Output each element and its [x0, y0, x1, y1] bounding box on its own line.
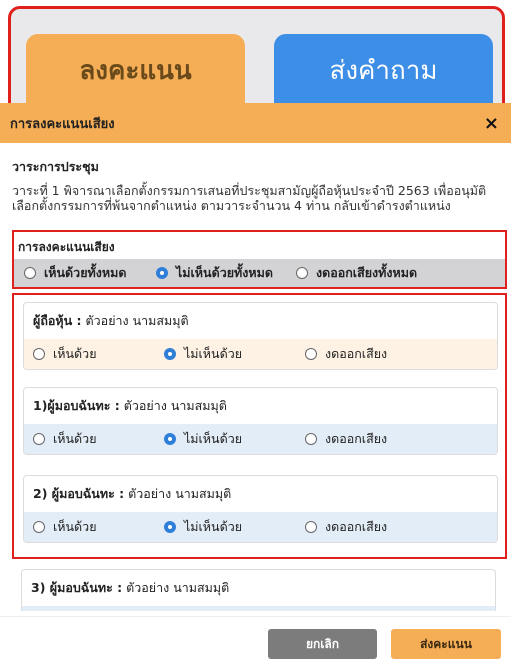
person-prefix: 1)ผู้มอบฉันทะ :: [33, 398, 120, 413]
person-name-row: 3) ผู้มอบฉันทะ : ตัวอย่าง นามสมมุติ: [22, 570, 495, 606]
option-abstain[interactable]: งดออกเสียง: [305, 344, 387, 364]
person-options: เห็นด้วย ไม่เห็นด้วย งดออกเสียง: [24, 424, 497, 454]
modal-title: การลงคะแนนเสียง: [10, 116, 115, 132]
overall-vote-box: การลงคะแนนเสียง เห็นด้วยทั้งหมด ไม่เห็นด…: [12, 230, 507, 289]
overall-option-label: เห็นด้วยทั้งหมด: [44, 265, 127, 280]
option-label: เห็นด้วย: [53, 431, 97, 446]
vote-modal: การลงคะแนนเสียง × วาระการประชุม วาระที่ …: [0, 103, 511, 662]
person-name: ตัวอย่าง นามสมมุติ: [85, 313, 189, 328]
option-agree[interactable]: เห็นด้วย: [33, 429, 164, 449]
option-label: งดออกเสียง: [325, 431, 388, 446]
option-label: ไม่เห็นด้วย: [184, 346, 243, 361]
option-label: เห็นด้วย: [53, 519, 97, 534]
overall-option-abstain-all[interactable]: งดออกเสียงทั้งหมด: [296, 263, 417, 283]
person-card-shareholder: ผู้ถือหุ้น : ตัวอย่าง นามสมมุติ เห็นด้วย…: [23, 302, 498, 370]
person-card-proxy-3: 3) ผู้มอบฉันทะ : ตัวอย่าง นามสมมุติ: [21, 569, 496, 611]
option-agree[interactable]: เห็นด้วย: [33, 344, 164, 364]
person-options-partial: [22, 606, 495, 611]
radio-checked-icon[interactable]: [164, 521, 176, 533]
person-name: ตัวอย่าง นามสมมุติ: [128, 486, 232, 501]
ask-question-tab-button[interactable]: ส่งคำถาม: [274, 34, 493, 106]
top-area: ลงคะแนน ส่งคำถาม: [0, 0, 511, 116]
option-label: เห็นด้วย: [53, 346, 97, 361]
person-prefix: ผู้ถือหุ้น :: [33, 313, 82, 328]
agenda-section: วาระการประชุม วาระที่ 1 พิจารณาเลือกตั้ง…: [0, 143, 511, 213]
option-abstain[interactable]: งดออกเสียง: [305, 429, 387, 449]
option-abstain[interactable]: งดออกเสียง: [305, 517, 387, 537]
radio-icon[interactable]: [296, 267, 308, 279]
vote-tab-button[interactable]: ลงคะแนน: [26, 34, 245, 106]
agenda-heading: วาระการประชุม: [12, 159, 99, 174]
radio-checked-icon[interactable]: [156, 267, 168, 279]
radio-icon[interactable]: [33, 521, 45, 533]
persons-vote-frame: ผู้ถือหุ้น : ตัวอย่าง นามสมมุติ เห็นด้วย…: [12, 293, 507, 559]
person-name: ตัวอย่าง นามสมมุติ: [126, 580, 230, 595]
option-agree[interactable]: เห็นด้วย: [33, 517, 164, 537]
option-disagree[interactable]: ไม่เห็นด้วย: [164, 344, 305, 364]
option-label: งดออกเสียง: [325, 519, 388, 534]
option-label: ไม่เห็นด้วย: [184, 431, 243, 446]
overall-option-agree-all[interactable]: เห็นด้วยทั้งหมด: [24, 263, 156, 283]
overall-option-disagree-all[interactable]: ไม่เห็นด้วยทั้งหมด: [156, 263, 296, 283]
person-card-proxy-2: 2) ผู้มอบฉันทะ : ตัวอย่าง นามสมมุติ เห็น…: [23, 475, 498, 543]
option-disagree[interactable]: ไม่เห็นด้วย: [164, 517, 305, 537]
person-prefix: 3) ผู้มอบฉันทะ :: [31, 580, 123, 595]
person-options: เห็นด้วย ไม่เห็นด้วย งดออกเสียง: [24, 512, 497, 542]
person-name-row: 2) ผู้มอบฉันทะ : ตัวอย่าง นามสมมุติ: [24, 476, 497, 512]
radio-icon[interactable]: [305, 433, 317, 445]
option-label: ไม่เห็นด้วย: [184, 519, 243, 534]
radio-icon[interactable]: [33, 348, 45, 360]
radio-checked-icon[interactable]: [164, 433, 176, 445]
radio-icon[interactable]: [24, 267, 36, 279]
overall-option-label: ไม่เห็นด้วยทั้งหมด: [176, 265, 273, 280]
person-options: เห็นด้วย ไม่เห็นด้วย งดออกเสียง: [24, 339, 497, 369]
option-disagree[interactable]: ไม่เห็นด้วย: [164, 429, 305, 449]
person-name: ตัวอย่าง นามสมมุติ: [123, 398, 227, 413]
cancel-button[interactable]: ยกเลิก: [268, 629, 377, 659]
person-name-row: ผู้ถือหุ้น : ตัวอย่าง นามสมมุติ: [24, 303, 497, 339]
overall-vote-options: เห็นด้วยทั้งหมด ไม่เห็นด้วยทั้งหมด งดออก…: [14, 259, 505, 287]
overall-option-label: งดออกเสียงทั้งหมด: [316, 265, 418, 280]
agenda-text: วาระที่ 1 พิจารณาเลือกตั้งกรรมการเสนอที่…: [12, 183, 487, 213]
person-prefix: 2) ผู้มอบฉันทะ :: [33, 486, 125, 501]
close-icon[interactable]: ×: [484, 113, 499, 134]
radio-icon[interactable]: [305, 348, 317, 360]
radio-icon[interactable]: [33, 433, 45, 445]
radio-checked-icon[interactable]: [164, 348, 176, 360]
submit-vote-button[interactable]: ส่งคะแนน: [391, 629, 501, 659]
modal-footer: ยกเลิก ส่งคะแนน: [0, 616, 511, 662]
person-name-row: 1)ผู้มอบฉันทะ : ตัวอย่าง นามสมมุติ: [24, 388, 497, 424]
option-label: งดออกเสียง: [325, 346, 388, 361]
modal-header: การลงคะแนนเสียง ×: [0, 103, 511, 143]
radio-icon[interactable]: [305, 521, 317, 533]
person-card-proxy-1: 1)ผู้มอบฉันทะ : ตัวอย่าง นามสมมุติ เห็นด…: [23, 387, 498, 455]
overall-vote-title: การลงคะแนนเสียง: [18, 240, 115, 254]
